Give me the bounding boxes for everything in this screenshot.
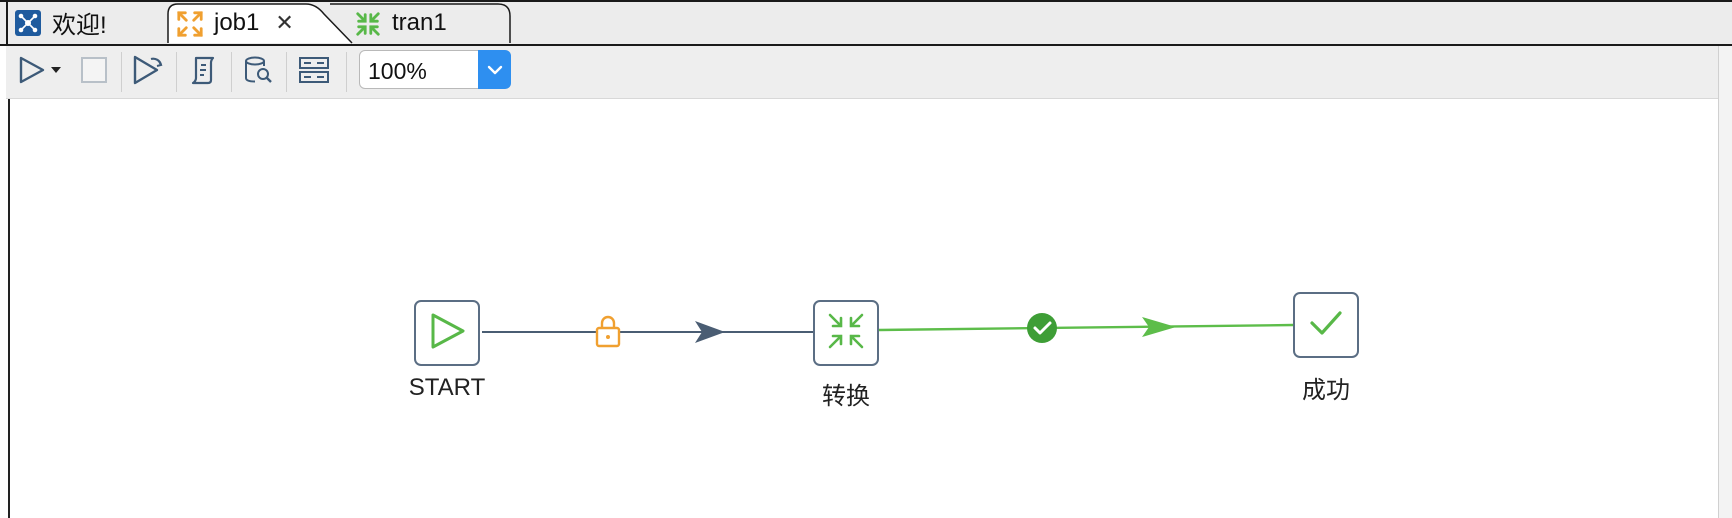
close-icon[interactable]: ✕ <box>275 10 293 36</box>
hop-transform-to-success[interactable] <box>878 317 1294 337</box>
success-check-icon <box>1304 301 1348 350</box>
transformation-icon <box>354 9 382 37</box>
node-success[interactable] <box>1293 292 1359 358</box>
toolbar-separator <box>231 52 232 92</box>
stop-button[interactable] <box>74 52 114 92</box>
toolbar: 100% <box>6 46 1732 99</box>
node-transformation[interactable] <box>813 300 879 366</box>
tab-tran1-label: tran1 <box>392 8 447 36</box>
run-dropdown-button[interactable] <box>48 52 64 92</box>
toolbar-separator <box>346 52 347 92</box>
tab-tran1[interactable]: tran1 <box>354 3 447 42</box>
job-canvas[interactable]: START 转换 成功 <box>8 99 1732 518</box>
stop-icon <box>79 55 109 90</box>
job-icon <box>176 9 204 37</box>
node-start[interactable] <box>414 300 480 366</box>
align-icon <box>298 54 330 91</box>
preview-icon <box>131 53 165 92</box>
tab-job1-label: job1 <box>214 8 260 36</box>
check-circle-icon <box>1027 313 1057 343</box>
vertical-scrollbar[interactable] <box>1718 46 1732 518</box>
hop-start-to-transform[interactable] <box>482 321 813 343</box>
zoom-value: 100% <box>368 58 427 84</box>
run-icon <box>16 54 48 91</box>
node-transformation-label: 转换 <box>822 383 870 410</box>
script-button[interactable] <box>183 52 223 92</box>
script-icon <box>187 54 219 91</box>
sql-explore-button[interactable] <box>238 52 278 92</box>
run-button[interactable] <box>12 52 52 92</box>
toolbar-separator <box>121 52 122 92</box>
toolbar-separator <box>176 52 177 92</box>
preview-button[interactable] <box>128 52 168 92</box>
start-play-icon <box>425 309 469 358</box>
lock-icon <box>595 315 621 348</box>
transformation-icon <box>824 309 868 358</box>
tab-bar: 欢迎! job1 ✕ tran1 <box>0 0 1732 46</box>
zoom-select[interactable]: 100% <box>359 50 511 89</box>
toolbar-separator <box>286 52 287 92</box>
run-dropdown-icon <box>50 63 62 81</box>
tab-welcome[interactable]: 欢迎! <box>14 3 107 42</box>
tab-job1[interactable]: job1 ✕ <box>176 3 294 42</box>
welcome-icon <box>14 9 42 37</box>
tab-welcome-label: 欢迎! <box>52 12 107 39</box>
node-success-label: 成功 <box>1302 377 1350 404</box>
chevron-down-icon[interactable] <box>478 50 511 89</box>
node-start-label: START <box>408 374 486 401</box>
sql-explore-icon <box>242 54 274 91</box>
align-button[interactable] <box>294 52 334 92</box>
